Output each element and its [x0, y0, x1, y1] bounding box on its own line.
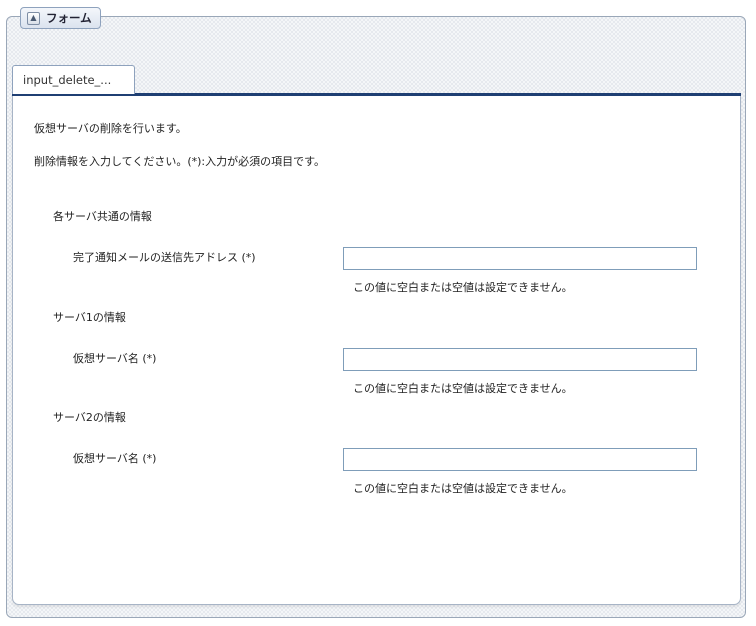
intro-text: 仮想サーバの削除を行います。 — [34, 122, 187, 135]
section-title-common: 各サーバ共通の情報 — [53, 210, 152, 223]
form-legend-toggle[interactable]: ▲ フォーム — [20, 7, 101, 29]
validation-error: この値に空白または空値は設定できません。 — [353, 281, 573, 294]
notify-email-input[interactable] — [343, 247, 697, 270]
field-label-notify-email: 完了通知メールの送信先アドレス (*) — [73, 251, 256, 264]
field-label-server2-name: 仮想サーバ名 (*) — [73, 452, 157, 465]
validation-error: この値に空白または空値は設定できません。 — [353, 382, 573, 395]
field-label-server1-name: 仮想サーバ名 (*) — [73, 352, 157, 365]
tab-label: input_delete_... — [23, 73, 112, 87]
tab-panel: 仮想サーバの削除を行います。 削除情報を入力してください。(*):入力が必須の項… — [12, 96, 741, 605]
server1-name-input[interactable] — [343, 348, 697, 371]
tab-input-delete[interactable]: input_delete_... — [12, 65, 135, 94]
form-legend-label: フォーム — [46, 11, 92, 25]
collapse-up-icon[interactable]: ▲ — [27, 11, 40, 25]
server2-name-input[interactable] — [343, 448, 697, 471]
section-title-server1: サーバ1の情報 — [53, 311, 126, 324]
instruction-text: 削除情報を入力してください。(*):入力が必須の項目です。 — [34, 155, 326, 168]
section-title-server2: サーバ2の情報 — [53, 411, 126, 424]
validation-error: この値に空白または空値は設定できません。 — [353, 482, 573, 495]
